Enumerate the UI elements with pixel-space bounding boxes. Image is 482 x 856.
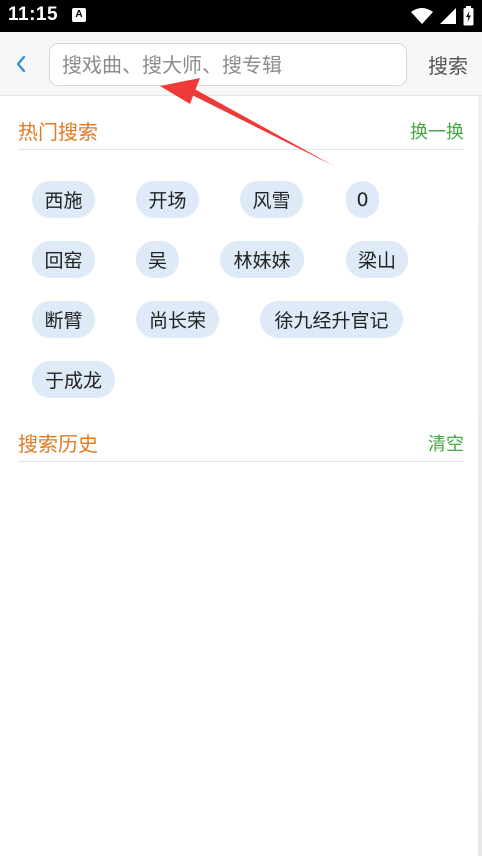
- hot-tag[interactable]: 林妹妹: [220, 241, 304, 278]
- chevron-left-icon: [16, 55, 26, 73]
- clear-history-button[interactable]: 清空: [428, 430, 464, 456]
- search-box[interactable]: [49, 43, 407, 86]
- search-history-header: 搜索历史 清空: [18, 426, 464, 462]
- hot-tag[interactable]: 梁山: [346, 241, 408, 278]
- hot-tag[interactable]: 于成龙: [32, 361, 115, 398]
- hot-tag[interactable]: 回窑: [32, 241, 95, 278]
- hot-tag[interactable]: 0: [346, 181, 379, 218]
- status-icons: [411, 6, 474, 26]
- hot-tag[interactable]: 尚长荣: [136, 301, 219, 338]
- status-time: 11:15: [8, 4, 59, 25]
- battery-icon: [463, 6, 474, 26]
- edge-shadow: [478, 96, 482, 856]
- search-input[interactable]: [62, 44, 394, 85]
- hot-tag[interactable]: 吴: [136, 241, 179, 278]
- hot-tag[interactable]: 风雪: [240, 181, 303, 218]
- hot-search-header: 热门搜索 换一换: [18, 114, 464, 150]
- signal-icon: [440, 8, 456, 24]
- notification-a-icon: A: [72, 8, 86, 22]
- hot-search-title: 热门搜索: [18, 120, 98, 144]
- search-history-title: 搜索历史: [18, 432, 98, 456]
- hot-tag[interactable]: 开场: [136, 181, 199, 218]
- search-button[interactable]: 搜索: [428, 50, 468, 79]
- refresh-button[interactable]: 换一换: [410, 118, 464, 144]
- wifi-icon: [411, 8, 433, 24]
- status-bar: 11:15 A: [0, 0, 482, 32]
- hot-tag[interactable]: 西施: [32, 181, 95, 218]
- hot-tag[interactable]: 徐九经升官记: [260, 301, 403, 338]
- hot-tag[interactable]: 断臂: [32, 301, 95, 338]
- back-button[interactable]: [8, 50, 34, 78]
- search-header: 搜索: [0, 32, 482, 96]
